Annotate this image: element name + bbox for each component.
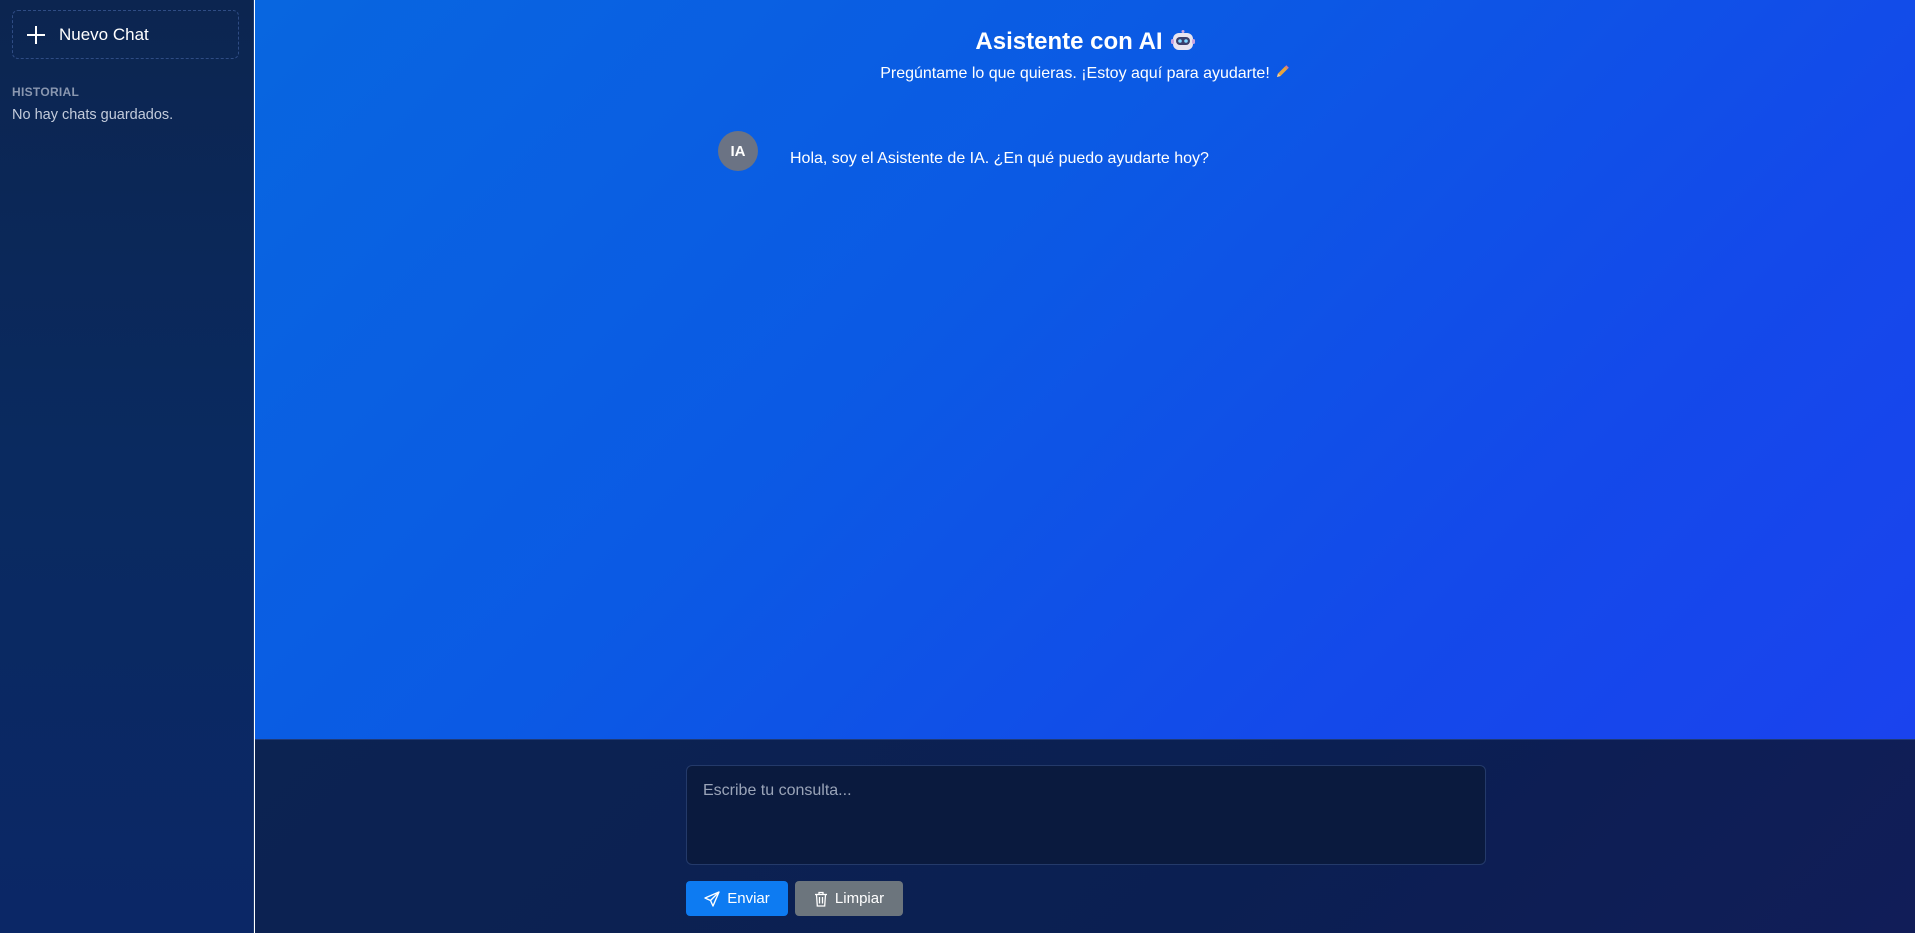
sidebar: Nuevo Chat HISTORIAL No hay chats guarda… <box>0 0 254 933</box>
avatar: IA <box>718 131 758 171</box>
robot-icon <box>1170 30 1195 52</box>
chat-area: Asistente con AI Pregúntame lo que quier… <box>255 0 1915 739</box>
page-subtitle-row: Pregúntame lo que quieras. ¡Estoy aquí p… <box>255 64 1915 83</box>
history-title: HISTORIAL <box>12 85 80 99</box>
page-title: Asistente con AI <box>975 28 1163 55</box>
paper-plane-icon <box>704 890 720 907</box>
clear-button[interactable]: Limpiar <box>795 881 903 916</box>
composer: Enviar Limpiar <box>255 739 1915 933</box>
message-text: Hola, soy el Asistente de IA. ¿En qué pu… <box>790 150 1209 167</box>
history-empty-text: No hay chats guardados. <box>12 107 174 123</box>
assistant-message: IA Hola, soy el Asistente de IA. ¿En qué… <box>718 131 1209 171</box>
send-label: Enviar <box>727 890 770 907</box>
query-input[interactable] <box>686 765 1486 865</box>
new-chat-button[interactable]: Nuevo Chat <box>12 10 239 59</box>
app: Nuevo Chat HISTORIAL No hay chats guarda… <box>0 0 1915 933</box>
pencil-icon <box>1274 64 1290 80</box>
page-subtitle: Pregúntame lo que quieras. ¡Estoy aquí p… <box>880 65 1270 82</box>
trash-icon <box>814 891 827 907</box>
page-title-row: Asistente con AI <box>255 28 1915 56</box>
new-chat-label: Nuevo Chat <box>59 24 149 44</box>
send-button[interactable]: Enviar <box>686 881 788 916</box>
plus-icon <box>27 25 45 44</box>
clear-label: Limpiar <box>834 890 885 907</box>
